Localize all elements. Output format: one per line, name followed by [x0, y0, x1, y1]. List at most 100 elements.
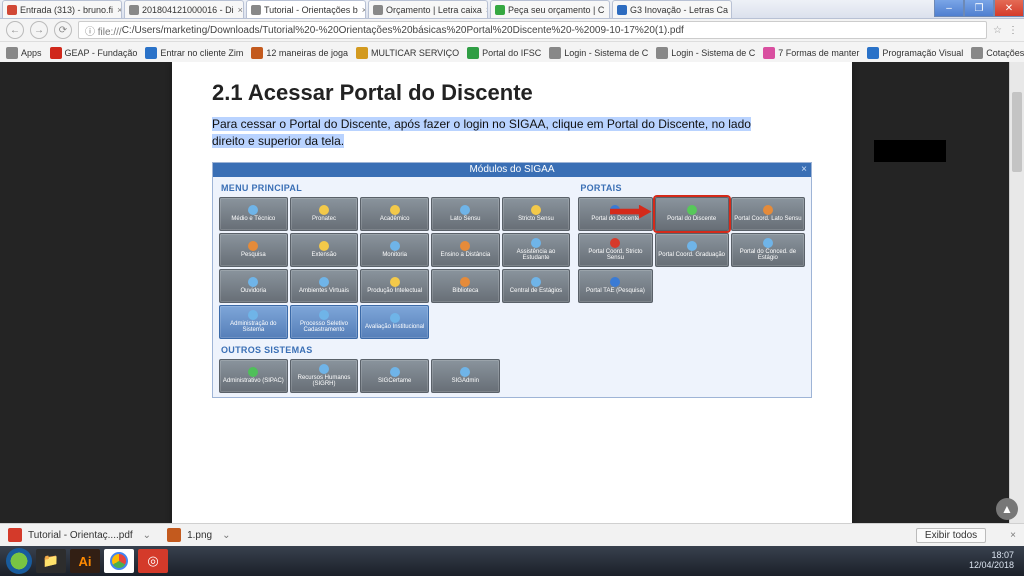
- bookmark-label: GEAP - Fundação: [65, 48, 138, 58]
- scroll-to-top-button[interactable]: ▲: [996, 498, 1018, 520]
- tab-close-icon[interactable]: ×: [486, 5, 488, 15]
- module-tile[interactable]: Administração do Sistema: [219, 305, 288, 339]
- module-tile[interactable]: Médio e Técnico: [219, 197, 288, 231]
- portal-tile[interactable]: Portal do Conced. de Estágio: [731, 233, 805, 267]
- download-file-icon: [167, 528, 181, 542]
- module-label: Acadêmico: [380, 216, 410, 222]
- system-tray[interactable]: 18:07 12/04/2018: [969, 551, 1018, 571]
- module-icon: [248, 205, 258, 215]
- tab-close-icon[interactable]: ×: [117, 5, 122, 15]
- module-tile[interactable]: Stricto Sensu: [502, 197, 571, 231]
- minimize-button[interactable]: –: [934, 0, 964, 17]
- nav-back-button[interactable]: ←: [6, 21, 24, 39]
- outros-tile[interactable]: Administrativo (SIPAC): [219, 359, 288, 393]
- module-tile[interactable]: Lato Sensu: [431, 197, 500, 231]
- portal-icon: [610, 238, 620, 248]
- module-tile[interactable]: Produção Intelectual: [360, 269, 429, 303]
- browser-tab[interactable]: Orçamento | Letra caixa×: [368, 0, 488, 18]
- module-tile[interactable]: Processo Seletivo Cadastramento: [290, 305, 359, 339]
- dialog-titlebar: Módulos do SIGAA ×: [213, 163, 811, 177]
- portal-tile[interactable]: Portal TAE (Pesquisa): [578, 269, 652, 303]
- nav-reload-button[interactable]: ⟳: [54, 21, 72, 39]
- browser-tab[interactable]: Tutorial - Orientações b×: [246, 0, 366, 18]
- download-chevron-icon[interactable]: ⌄: [143, 530, 151, 541]
- taskbar-explorer-icon[interactable]: 📁: [36, 549, 66, 573]
- bookmark-favicon: [356, 47, 368, 59]
- download-item[interactable]: Tutorial - Orientaç....pdf⌄: [8, 528, 151, 542]
- portal-icon: [687, 205, 697, 215]
- module-tile[interactable]: Avaliação Institucional: [360, 305, 429, 339]
- viewer-scrollbar[interactable]: [1009, 62, 1024, 536]
- tab-favicon: [7, 5, 17, 15]
- module-tile[interactable]: Extensão: [290, 233, 359, 267]
- tab-favicon: [373, 5, 383, 15]
- bookmark-item[interactable]: Entrar no cliente Zim: [145, 47, 243, 59]
- browser-tab[interactable]: Peça seu orçamento | C ×: [490, 0, 610, 18]
- module-icon: [531, 277, 541, 287]
- module-tile[interactable]: Central de Estágios: [502, 269, 571, 303]
- download-chevron-icon[interactable]: ⌄: [222, 530, 230, 541]
- module-tile[interactable]: Pesquisa: [219, 233, 288, 267]
- portal-tile[interactable]: Portal Coord. Lato Sensu: [731, 197, 805, 231]
- bookmark-item[interactable]: Cotações - Licitaçõe: [971, 47, 1024, 59]
- portais-column: Portais Portal do DocentePortal do Disce…: [578, 181, 805, 393]
- browser-tab[interactable]: 201804121000016 - Di×: [124, 0, 244, 18]
- taskbar-illustrator-icon[interactable]: Ai: [70, 549, 100, 573]
- portal-tile[interactable]: Portal Coord. Stricto Sensu: [578, 233, 652, 267]
- portal-discente-tile[interactable]: Portal do Discente: [655, 197, 729, 231]
- menu-icon[interactable]: ⋮: [1008, 25, 1018, 36]
- dialog-close-icon[interactable]: ×: [801, 164, 807, 175]
- outros-tile[interactable]: SIGAdmin: [431, 359, 500, 393]
- url-scheme: ⓘ file:///: [85, 23, 122, 38]
- bookmark-item[interactable]: Programação Visual: [867, 47, 963, 59]
- taskbar-app-icon[interactable]: ◎: [138, 549, 168, 573]
- module-icon: [390, 241, 400, 251]
- bookmark-star-icon[interactable]: ☆: [993, 25, 1002, 36]
- portal-tile[interactable]: Portal Coord. Graduação: [655, 233, 729, 267]
- url-input[interactable]: ⓘ file:/// C:/Users/marketing/Downloads/…: [78, 21, 987, 39]
- bookmark-item[interactable]: GEAP - Fundação: [50, 47, 138, 59]
- bookmark-item[interactable]: Login - Sistema de C: [549, 47, 648, 59]
- module-label: Extensão: [311, 252, 336, 258]
- show-all-downloads-button[interactable]: Exibir todos: [916, 528, 986, 543]
- outros-tile[interactable]: SIGCertame: [360, 359, 429, 393]
- close-shelf-button[interactable]: ×: [1010, 530, 1016, 541]
- maximize-button[interactable]: ❐: [964, 0, 994, 17]
- nav-forward-button[interactable]: →: [30, 21, 48, 39]
- module-tile[interactable]: Ambientes Virtuais: [290, 269, 359, 303]
- bookmark-item[interactable]: 7 Formas de manter: [763, 47, 859, 59]
- tab-close-icon[interactable]: ×: [238, 5, 243, 15]
- scrollbar-thumb[interactable]: [1012, 92, 1022, 172]
- chrome-tabstrip: Entrada (313) - bruno.fi×201804121000016…: [0, 0, 1024, 19]
- module-icon: [460, 205, 470, 215]
- bookmark-label: 7 Formas de manter: [778, 48, 859, 58]
- portal-icon: [763, 238, 773, 248]
- download-item[interactable]: 1.png⌄: [167, 528, 230, 542]
- dialog-title: Módulos do SIGAA: [469, 164, 554, 175]
- browser-tab[interactable]: G3 Inovação - Letras Ca×: [612, 0, 732, 18]
- module-icon: [531, 238, 541, 248]
- module-tile[interactable]: Monitoria: [360, 233, 429, 267]
- window-close-button[interactable]: ✕: [994, 0, 1024, 17]
- outros-label: SIGAdmin: [452, 378, 479, 384]
- browser-tab[interactable]: Entrada (313) - bruno.fi×: [2, 0, 122, 18]
- module-tile[interactable]: Acadêmico: [360, 197, 429, 231]
- download-file-icon: [8, 528, 22, 542]
- module-tile[interactable]: Ouvidoria: [219, 269, 288, 303]
- module-tile[interactable]: Biblioteca: [431, 269, 500, 303]
- bookmark-item[interactable]: Apps: [6, 47, 42, 59]
- bookmark-item[interactable]: MULTICAR SERVIÇO: [356, 47, 459, 59]
- tab-close-icon[interactable]: ×: [608, 5, 610, 15]
- tab-title: Peça seu orçamento | C: [508, 5, 604, 15]
- bookmark-item[interactable]: Login - Sistema de C: [656, 47, 755, 59]
- module-tile[interactable]: Assistência ao Estudante: [502, 233, 571, 267]
- windows-taskbar: 📁 Ai ◎ 18:07 12/04/2018: [0, 546, 1024, 576]
- bookmark-item[interactable]: 12 maneiras de joga: [251, 47, 348, 59]
- module-tile[interactable]: Pronatec: [290, 197, 359, 231]
- module-tile[interactable]: Ensino a Distância: [431, 233, 500, 267]
- bookmark-item[interactable]: Portal do IFSC: [467, 47, 541, 59]
- tab-close-icon[interactable]: ×: [362, 5, 366, 15]
- outros-tile[interactable]: Recursos Humanos (SIGRH): [290, 359, 359, 393]
- taskbar-chrome-icon[interactable]: [104, 549, 134, 573]
- start-button[interactable]: [6, 548, 32, 574]
